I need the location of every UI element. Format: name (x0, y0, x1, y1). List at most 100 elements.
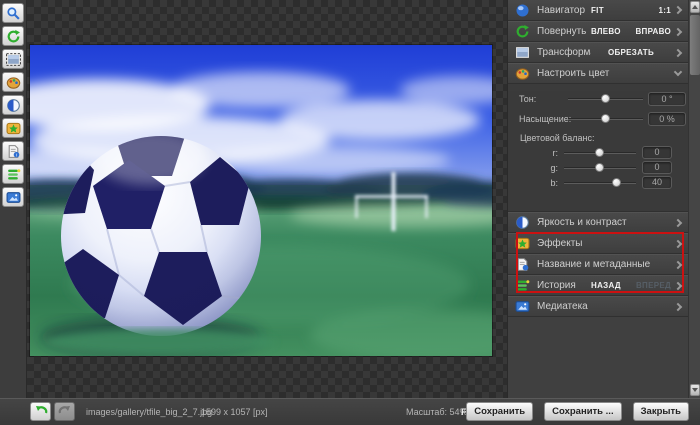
media-library-icon (515, 299, 531, 314)
panel-scrollbar[interactable] (688, 0, 700, 398)
rotate-right-button[interactable]: ВПРАВО (635, 27, 671, 36)
blue-value-field[interactable]: 40 (642, 176, 672, 189)
arrow-down-icon (692, 388, 698, 392)
section-label: Эффекты (537, 238, 583, 249)
blue-channel-label: b: (550, 177, 558, 188)
hue-slider[interactable] (568, 92, 643, 106)
palette-icon (515, 66, 531, 81)
navigator-sphere-icon (515, 3, 531, 18)
green-slider-thumb[interactable] (595, 162, 604, 172)
section-label: Трансформация (537, 47, 591, 58)
action-buttons: Сохранить Сохранить ... Закрыть (466, 402, 689, 421)
one-to-one-button[interactable]: 1:1 (659, 6, 671, 15)
status-bar: images/gallery/tfile_big_2_7.jpg 1599 x … (0, 398, 700, 425)
photo-soccer-ball[interactable] (30, 45, 492, 356)
media-tool-button[interactable] (2, 187, 24, 207)
navigator-tool-button[interactable] (2, 3, 24, 23)
brightness-tool-button[interactable] (2, 95, 24, 115)
save-button[interactable]: Сохранить (466, 402, 534, 421)
effects-star-icon (515, 236, 531, 251)
image-dimensions: 1599 x 1057 [px] (201, 407, 268, 417)
green-channel-slider[interactable] (564, 161, 636, 175)
panel-section-adjust-color[interactable]: Настроить цвет (508, 63, 688, 84)
green-channel-row: g: 0 (520, 160, 688, 175)
chevron-right-icon (673, 218, 683, 227)
history-list-icon (6, 167, 21, 182)
rotate-left-button[interactable]: ВЛЕВО (591, 27, 621, 36)
saturation-label: Насыщение: (519, 114, 572, 124)
panel-section-brightness[interactable]: Яркость и контраст (508, 212, 688, 233)
rotate-icon (6, 29, 21, 44)
panel-section-history[interactable]: История НАЗАД ВПЕРЕД (508, 275, 688, 296)
section-label: Яркость и контраст (537, 217, 627, 228)
saturation-slider-thumb[interactable] (600, 114, 610, 123)
file-path: images/gallery/tfile_big_2_7.jpg (86, 407, 213, 417)
chevron-right-icon (673, 5, 683, 15)
panel-section-effects[interactable]: Эффекты (508, 233, 688, 254)
canvas-workspace (27, 0, 507, 398)
blue-channel-slider[interactable] (564, 176, 636, 190)
fit-button[interactable]: FIT (591, 6, 604, 15)
left-toolbar: i (0, 0, 27, 398)
close-button[interactable]: Закрыть (632, 402, 689, 421)
color-balance-group: Цветовой баланс: r: 0 g: 0 b: 40 (508, 133, 688, 190)
adjust-color-section: Тон: 0 ° Насыщение: 0 % Цветовой баланс:… (508, 91, 688, 293)
hue-label: Тон: (519, 94, 537, 104)
chevron-right-icon (673, 27, 683, 36)
transform-tool-button[interactable] (2, 49, 24, 69)
metadata-tool-button[interactable]: i (2, 141, 24, 161)
brightness-contrast-icon (515, 215, 531, 230)
chevron-right-icon (673, 260, 683, 269)
blue-slider-thumb[interactable] (612, 177, 622, 187)
redo-icon (58, 403, 72, 421)
panel-section-rotate[interactable]: Повернуть ВЛЕВО ВПРАВО (508, 21, 688, 42)
crop-image-icon (5, 52, 21, 67)
green-value-field[interactable]: 0 (642, 161, 672, 174)
scrollbar-thumb[interactable] (690, 15, 700, 75)
adjust-color-tool-button[interactable] (2, 72, 24, 92)
saturation-row: Насыщение: 0 % (508, 111, 688, 127)
right-panel: Навигатор FIT 1:1 Повернуть ВЛЕВО ВПРАВО Т… (507, 0, 688, 403)
panel-section-transform[interactable]: Трансформация ОБРЕЗАТЬ (508, 42, 688, 63)
rotate-tool-button[interactable] (2, 26, 24, 46)
chevron-right-icon (673, 281, 683, 290)
red-slider-thumb[interactable] (595, 147, 604, 157)
redo-button[interactable] (54, 402, 75, 421)
scroll-down-button[interactable] (690, 384, 700, 396)
panel-section-navigator[interactable]: Навигатор FIT 1:1 (508, 0, 688, 21)
hue-row: Тон: 0 ° (508, 91, 688, 107)
hue-slider-thumb[interactable] (600, 94, 610, 103)
red-value-field[interactable]: 0 (642, 146, 672, 159)
undo-button[interactable] (30, 402, 51, 421)
crop-button[interactable]: ОБРЕЗАТЬ (608, 48, 654, 57)
chevron-right-icon (673, 302, 683, 311)
red-channel-label: r: (552, 147, 559, 158)
svg-text:i: i (15, 152, 16, 158)
magnifier-icon (6, 6, 21, 21)
chevron-down-icon (673, 67, 683, 77)
saturation-value-field[interactable]: 0 % (648, 112, 686, 126)
panel-section-media[interactable]: Медиатека (508, 296, 688, 317)
blue-channel-row: b: 40 (520, 175, 688, 190)
history-forward-button[interactable]: ВПЕРЕД (636, 281, 671, 290)
save-as-button[interactable]: Сохранить ... (544, 402, 622, 421)
hue-value-field[interactable]: 0 ° (648, 92, 686, 106)
history-tool-button[interactable] (2, 164, 24, 184)
chevron-right-icon (673, 239, 683, 248)
media-library-icon (6, 190, 21, 205)
panel-empty-area (508, 317, 688, 403)
panel-section-metadata[interactable]: Название и метаданные (508, 254, 688, 275)
section-label: Название и метаданные (537, 259, 651, 270)
brightness-contrast-icon (6, 98, 21, 113)
section-label: Повернуть (537, 26, 587, 37)
color-balance-label: Цветовой баланс: (520, 133, 595, 143)
saturation-slider[interactable] (568, 112, 643, 126)
red-channel-slider[interactable] (564, 146, 636, 160)
history-back-button[interactable]: НАЗАД (591, 281, 621, 290)
chevron-right-icon (673, 48, 683, 57)
effects-tool-button[interactable] (2, 118, 24, 138)
undo-icon (34, 403, 48, 421)
section-label: Настроить цвет (537, 68, 610, 79)
zoom-level: Масштаб: 54% (406, 407, 468, 417)
scroll-up-button[interactable] (690, 1, 700, 13)
